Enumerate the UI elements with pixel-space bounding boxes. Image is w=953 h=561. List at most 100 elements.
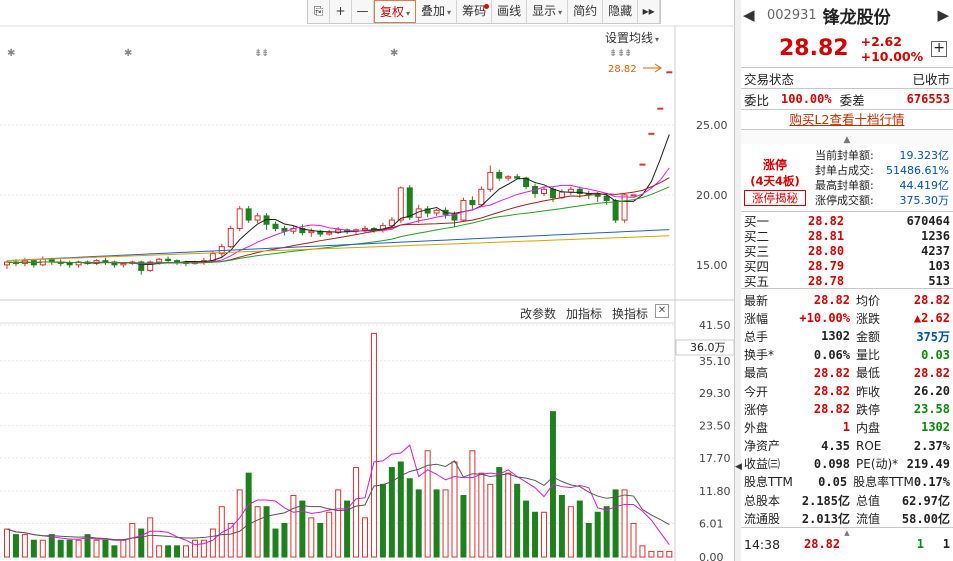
volume-bar <box>12 534 19 558</box>
y-tick-label: 25.00 <box>696 119 728 132</box>
candle-body <box>567 188 574 193</box>
volume-bar <box>541 511 547 558</box>
volume-bar <box>469 450 476 558</box>
volume-bar <box>4 528 10 558</box>
forward-icon[interactable]: ▶ <box>937 6 949 24</box>
candle-body <box>603 195 610 201</box>
volume-bar <box>120 539 127 558</box>
candle-body <box>66 262 73 266</box>
volume-bar <box>129 522 136 558</box>
tick-volume: 1 <box>916 537 924 552</box>
candle-body <box>272 223 279 229</box>
volume-bar <box>48 534 55 558</box>
volume-bar <box>379 483 386 558</box>
l2-upgrade-link[interactable]: 购买L2查看十档行情 <box>790 112 905 127</box>
volume-bar <box>236 489 243 558</box>
volume-bar <box>648 550 655 558</box>
candle-body <box>165 258 172 262</box>
volume-bar <box>442 489 449 558</box>
candle-body <box>648 132 655 135</box>
candle-body <box>478 188 485 206</box>
limit-info-row: 涨停成交额: 375.30万 <box>815 194 949 207</box>
candle-body <box>469 199 476 206</box>
volume-bar <box>156 545 163 558</box>
volume-bar <box>370 332 377 558</box>
candle-body <box>487 172 494 190</box>
wc-value: 676553 <box>906 92 950 106</box>
stat-row: 最新 28.82 均价 28.82 <box>744 293 950 308</box>
indicator-button-0[interactable]: 改参数 <box>520 305 556 322</box>
chart-area[interactable]: ⎘ + — 复权 ▾ 叠加 ▾ 筹码 画线 显示 ▾ 简约 隐藏 ▸▸ 25.00 20.00 15.00 ✱ ✱… <box>0 0 735 561</box>
candle-body <box>612 199 619 221</box>
stat-row: 总手 1302 金额 375万 <box>744 329 950 344</box>
volume-bar <box>263 506 270 558</box>
volume-bar <box>415 489 422 558</box>
stat-row: 换手* 0.06% 量比 0.03 <box>744 347 950 363</box>
candle-body <box>362 227 368 231</box>
volume-bar <box>335 489 342 558</box>
candle-body <box>174 260 181 263</box>
bid-row: 买五 28.78 513 <box>744 273 950 290</box>
stat-row: 涨停 28.82 跌停 23.58 <box>744 402 950 417</box>
volume-bar <box>612 489 619 558</box>
volume-y-tick: 35.10 <box>699 355 731 368</box>
volume-bar <box>281 522 288 558</box>
volume-bar <box>165 545 172 558</box>
volume-bar <box>353 467 360 558</box>
volume-bar <box>245 472 252 558</box>
indicator-button-1[interactable]: 加指标 <box>566 305 602 322</box>
volume-bar <box>406 478 413 558</box>
volume-bar <box>496 467 503 558</box>
volume-bar <box>514 483 521 558</box>
ma-line-30 <box>6 186 670 264</box>
ma-line-120 <box>6 235 670 262</box>
ma-line-10 <box>6 167 670 265</box>
stat-row: 今开 28.82 昨收 26.20 <box>744 384 950 399</box>
volume-bar <box>93 539 100 558</box>
stat-row: 最高 28.82 最低 28.82 <box>744 365 950 381</box>
volume-bar <box>191 539 198 558</box>
volume-y-tick: 17.70 <box>699 452 731 465</box>
volume-bar <box>57 539 64 558</box>
status-label: 交易状态 <box>744 71 795 87</box>
volume-y-tick: 0.00 <box>699 551 724 561</box>
back-icon[interactable]: ◀ <box>743 6 765 24</box>
volume-bar <box>39 539 46 558</box>
volume-bar <box>174 545 181 558</box>
volume-bar <box>603 506 610 558</box>
volume-bar <box>630 522 637 558</box>
volume-bar <box>254 506 261 558</box>
volume-bar <box>523 500 530 558</box>
last-price: 28.82 <box>779 36 849 61</box>
limit-secret-button[interactable]: 涨停揭秘 <box>744 190 806 206</box>
volume-bar <box>272 528 279 558</box>
limit-info-row: 当前封单额: 19.323亿 <box>815 149 949 162</box>
kline-chart[interactable]: 25.0020.0015.00✱ ✱ ⇟⇟ ✱ ⇟ ⇟⇟28.8241.5035.1029… <box>0 0 735 561</box>
candle-body <box>460 199 467 221</box>
stock-code: 002931 <box>767 7 817 23</box>
volume-bar <box>183 545 189 558</box>
indicator-button-2[interactable]: 换指标 <box>612 305 648 322</box>
volume-bar <box>460 495 467 558</box>
add-watchlist-button[interactable]: + <box>931 40 948 57</box>
event-marker-icon: ✱ <box>390 48 398 59</box>
candle-body <box>254 215 261 221</box>
stat-row: 股息TTM 0.05 股息率TTM 0.17% <box>744 474 950 490</box>
volume-bar <box>290 495 297 558</box>
ma-line-60 <box>6 229 670 262</box>
candle-body <box>308 230 315 234</box>
y-tick-label: 20.00 <box>696 189 728 202</box>
volume-bar <box>317 522 324 558</box>
ma-setting-button[interactable]: 设置均线 ▾ <box>605 29 659 46</box>
event-marker-icon: ⇟ <box>624 48 632 59</box>
stat-row: 净资产 4.35 ROE 2.37% <box>744 438 950 454</box>
volume-bar <box>532 511 539 558</box>
candle-body <box>514 176 521 179</box>
price-change-pct: +10.00% <box>860 48 924 64</box>
price-change: +2.62 <box>860 33 902 49</box>
close-indicator-button[interactable]: ✕ <box>655 304 669 318</box>
volume-bar <box>433 489 440 558</box>
volume-bar <box>30 539 37 558</box>
wc-label: 委差 <box>839 92 865 108</box>
candle-body <box>397 187 404 221</box>
